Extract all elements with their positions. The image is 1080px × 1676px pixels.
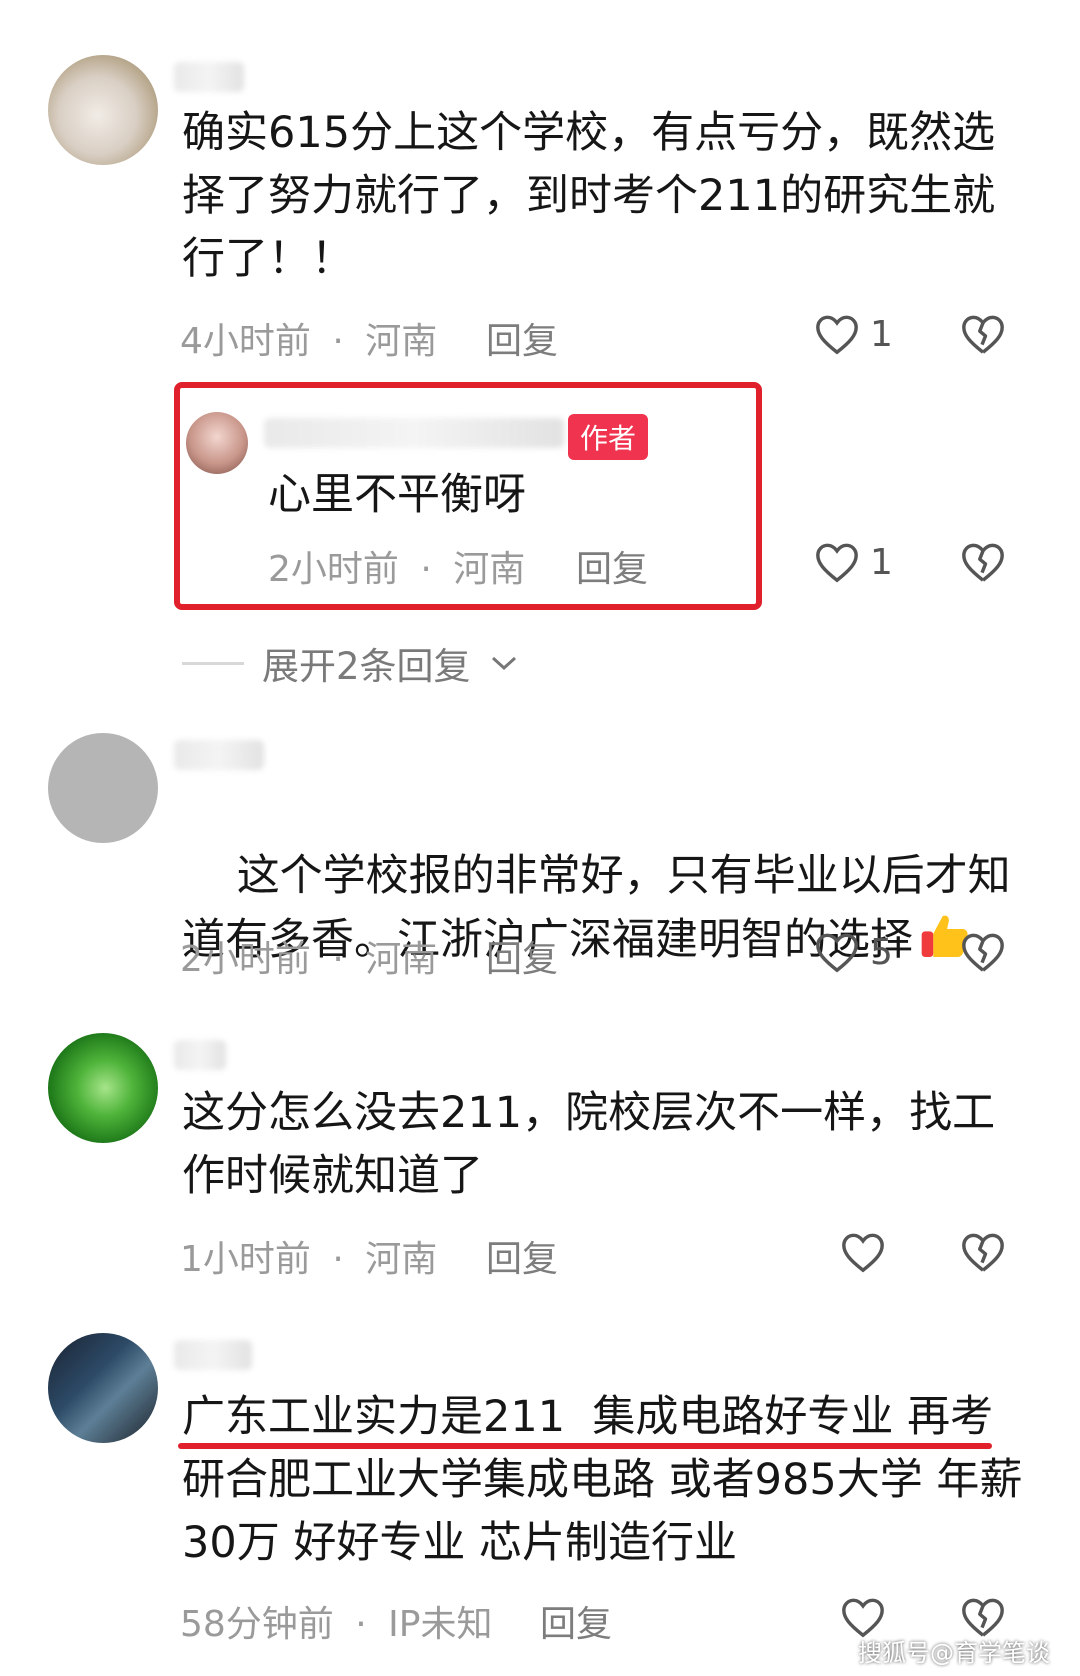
author-badge: 作者 <box>568 414 649 460</box>
comment-meta: 4小时前 · 河南 <box>180 312 437 364</box>
like-button[interactable]: 1 <box>814 312 893 356</box>
reply-button[interactable]: 回复 <box>576 540 648 592</box>
divider <box>182 661 244 665</box>
comment-meta: 2小时前 · 河南 <box>180 930 437 982</box>
reply-button[interactable]: 回复 <box>540 1595 612 1647</box>
reply-time: 2小时前 <box>268 549 399 590</box>
expand-replies-button[interactable]: 展开2条回复 <box>182 636 519 690</box>
avatar[interactable] <box>48 55 158 165</box>
reply-button[interactable]: 回复 <box>486 1230 558 1282</box>
comment-meta: 58分钟前 · IP未知 <box>180 1595 493 1647</box>
comment-meta: 1小时前 · 河南 <box>180 1230 437 1282</box>
dislike-button[interactable] <box>960 540 1006 590</box>
author-name-blurred[interactable] <box>264 418 564 448</box>
avatar[interactable] <box>48 733 158 843</box>
comment-text: 这个学校报的非常好，只有毕业以后才知道有多香。江浙沪广深福建明智的选择 <box>182 782 1032 1035</box>
broken-heart-icon <box>962 315 1004 354</box>
like-count: 5 <box>870 931 893 973</box>
watermark: 搜狐号@育学笔谈 <box>858 1639 1050 1667</box>
like-button[interactable] <box>840 1230 886 1274</box>
username-blurred[interactable] <box>174 1040 226 1070</box>
avatar[interactable] <box>48 1333 158 1443</box>
text-underline <box>178 1443 992 1449</box>
heart-icon <box>816 315 858 355</box>
dislike-button[interactable] <box>960 312 1006 362</box>
expand-replies-label: 展开2条回复 <box>262 645 471 688</box>
like-count: 1 <box>870 313 893 355</box>
comment-location: IP未知 <box>388 1604 493 1645</box>
reply-button[interactable]: 回复 <box>486 312 558 364</box>
avatar[interactable] <box>48 1033 158 1143</box>
meta-separator: · <box>355 1604 367 1645</box>
comment-location: 河南 <box>365 1239 438 1280</box>
dislike-button[interactable] <box>960 930 1006 980</box>
like-button[interactable]: 5 <box>814 930 893 974</box>
comment-text: 广东工业实力是211 集成电路好专业 再考研合肥工业大学集成电路 或者985大学… <box>182 1392 1023 1568</box>
heart-icon <box>816 543 858 583</box>
comment-location: 河南 <box>365 939 438 980</box>
broken-heart-icon <box>962 1233 1004 1272</box>
reply-meta: 2小时前 · 河南 <box>268 540 525 592</box>
chevron-down-icon <box>491 656 516 671</box>
comment-text: 这分怎么没去211，院校层次不一样，找工作时候就知道了 <box>182 1088 996 1201</box>
meta-separator: · <box>332 321 344 362</box>
username-blurred[interactable] <box>174 1340 252 1370</box>
comment-time: 4小时前 <box>180 321 311 362</box>
meta-separator: · <box>332 1239 344 1280</box>
comment-time: 58分钟前 <box>180 1604 334 1645</box>
meta-separator: · <box>420 549 432 590</box>
reply-button[interactable]: 回复 <box>486 930 558 982</box>
comment-location: 河南 <box>365 321 438 362</box>
meta-separator: · <box>332 939 344 980</box>
like-button[interactable]: 1 <box>814 540 893 584</box>
reply-location: 河南 <box>453 549 526 590</box>
comment-time: 2小时前 <box>180 939 311 980</box>
username-blurred[interactable] <box>174 62 244 92</box>
broken-heart-icon <box>962 933 1004 972</box>
heart-icon <box>816 933 858 973</box>
broken-heart-icon <box>962 543 1004 582</box>
like-count: 1 <box>870 541 893 583</box>
username-blurred[interactable] <box>174 740 264 770</box>
comment-text: 确实615分上这个学校，有点亏分，既然选择了努力就行了，到时考个211的研究生就… <box>182 108 996 284</box>
heart-icon <box>842 1233 884 1273</box>
dislike-button[interactable] <box>960 1230 1006 1280</box>
comment-time: 1小时前 <box>180 1239 311 1280</box>
reply-text: 心里不平衡呀 <box>268 470 526 520</box>
author-avatar[interactable] <box>186 412 248 474</box>
